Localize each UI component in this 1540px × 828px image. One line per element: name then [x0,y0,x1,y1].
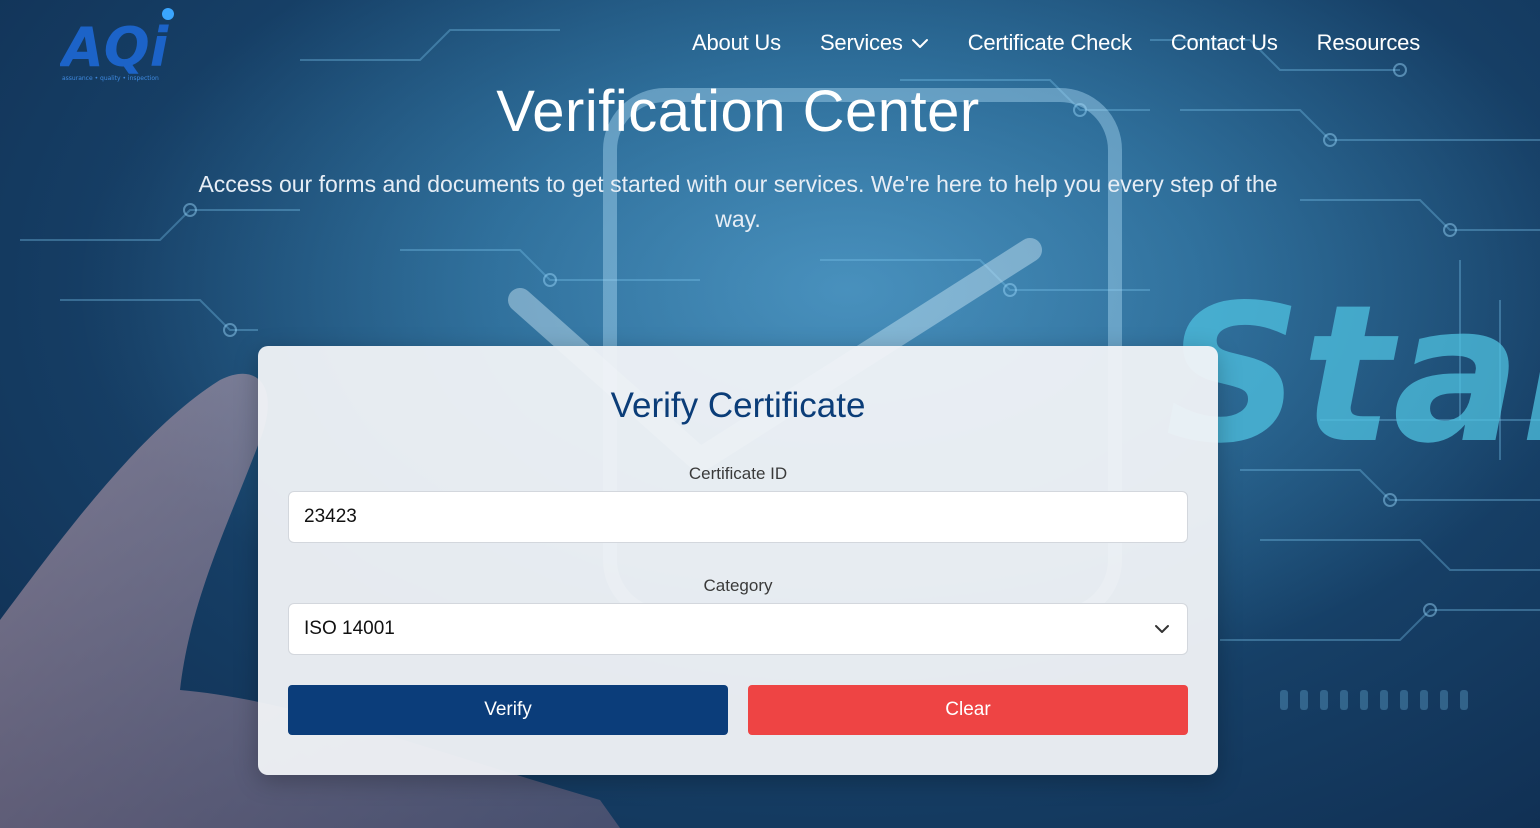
verify-button[interactable]: Verify [288,685,728,735]
background-word: Stand [1165,264,1540,485]
certificate-id-input[interactable] [288,491,1188,543]
verify-certificate-card: Verify Certificate Certificate ID Catego… [258,346,1218,775]
nav-about-us-label: About Us [692,30,781,55]
company-logo[interactable]: AQi assurance • quality • inspection [60,8,180,84]
svg-text:AQi: AQi [60,16,170,79]
nav-certificate-check[interactable]: Certificate Check [968,30,1132,56]
main-nav: About Us Services Certificate Check Cont… [653,30,1420,56]
nav-services[interactable]: Services [820,30,929,56]
chevron-down-icon [911,39,928,48]
nav-resources[interactable]: Resources [1316,30,1421,56]
certificate-id-label: Certificate ID [688,464,788,483]
page: Stand AQi assurance • quality • inspecti… [0,0,1540,828]
page-title: Verification Center [496,79,980,144]
form-title: Verify Certificate [610,386,866,425]
nav-contact-us-label: Contact Us [1170,30,1278,55]
page-subtitle: Access our forms and documents to get st… [198,171,1278,232]
category-selected-value: ISO 14001 [304,618,395,639]
nav-about-us[interactable]: About Us [692,30,781,56]
nav-resources-label: Resources [1316,30,1421,55]
nav-contact-us[interactable]: Contact Us [1171,30,1278,56]
nav-services-label: Services [819,30,903,55]
nav-certificate-check-label: Certificate Check [967,30,1132,55]
clear-button[interactable]: Clear [748,685,1188,735]
category-label: Category [703,576,773,595]
category-select[interactable]: ISO 14001 [288,603,1188,655]
chevron-down-icon [1155,625,1169,633]
